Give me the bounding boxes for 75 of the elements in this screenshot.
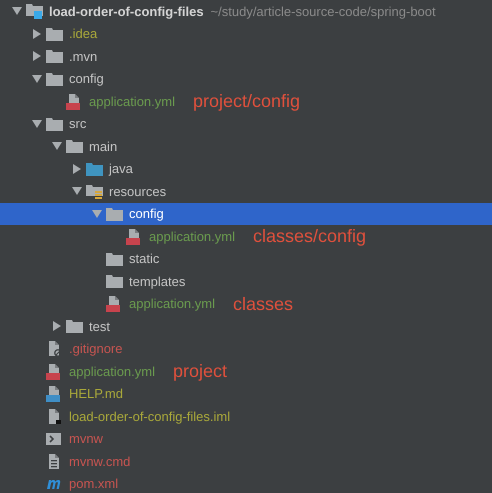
tree-row[interactable]: .mvn [0,45,492,68]
file-name: mvnw.cmd [69,452,130,470]
tree-row[interactable]: templates [0,270,492,292]
yml-file-icon [46,362,62,380]
file-name: HELP.md [69,385,123,403]
tree-row[interactable]: application.yml classes/config [0,225,492,248]
collapse-arrow-icon[interactable] [52,142,62,150]
tree-row[interactable]: config [0,68,492,90]
tree-row[interactable]: load-order-of-config-files ~/study/article-source-code/spring-boot [0,0,492,22]
folder-icon [46,72,63,86]
expand-arrow-icon[interactable] [73,164,81,174]
file-icon [46,340,62,358]
tree-row[interactable]: static [0,248,492,270]
tree-row[interactable]: application.yml classes [0,292,492,315]
file-name: .gitignore [69,340,122,358]
folder-icon [86,162,103,176]
tree-row[interactable]: application.yml project/config [0,90,492,112]
folder-icon [66,139,83,154]
file-name: config [129,205,164,223]
expand-arrow-icon[interactable] [33,51,41,62]
collapse-arrow-icon[interactable] [72,187,82,196]
terminal-icon [46,432,61,446]
annotation: project [173,362,228,380]
tree-row[interactable]: .idea [0,22,492,45]
file-name: main [89,138,118,156]
tree-row[interactable]: main [0,135,492,158]
file-name: test [89,318,110,336]
tree-row[interactable]: load-order-of-config-files.iml [0,405,492,428]
folder-icon [106,252,123,266]
file-name: mvnw [69,430,103,448]
file-name: application.yml [149,228,235,246]
file-name: application.yml [89,92,175,111]
file-name: java [109,160,133,178]
annotation: classes/config [253,227,366,246]
tree-row[interactable]: resources [0,180,492,202]
file-name: static [129,250,160,268]
yml-file-icon [66,92,82,110]
file-name: config [69,70,104,88]
expand-arrow-icon[interactable] [53,321,61,332]
file-name: application.yml [129,295,215,313]
collapse-arrow-icon[interactable] [32,120,42,128]
expand-arrow-icon[interactable] [33,28,41,39]
file-name: application.yml [69,362,155,381]
tree-row[interactable]: java [0,158,492,180]
tree-row[interactable]: test [0,315,492,338]
file-name: load-order-of-config-files.iml [69,408,230,426]
yml-file-icon [106,295,122,312]
project-path: ~/study/article-source-code/spring-boot [210,2,436,21]
collapse-arrow-icon[interactable] [12,7,22,16]
folder-icon [46,116,63,131]
file-name: .idea [69,25,98,43]
folder-icon [106,206,123,221]
folder-icon [46,49,63,64]
file-name: load-order-of-config-files [49,2,204,21]
annotation: classes [233,294,294,313]
file-icon [46,408,62,425]
tree-row[interactable]: config [0,202,492,225]
file-name: templates [129,272,186,291]
file-name: .mvn [69,48,98,66]
folder-icon [86,184,103,199]
file-name: resources [109,182,166,200]
tree-row[interactable]: application.yml project [0,360,492,382]
tree-row[interactable]: src [0,112,492,135]
collapse-arrow-icon[interactable] [32,74,42,83]
folder-icon [46,26,63,41]
folder-icon [66,319,83,334]
annotation: project/config [193,92,300,110]
file-name: pom.xml [69,475,118,493]
markdown-file-icon [46,385,62,402]
folder-icon [26,3,44,20]
text-file-icon [46,452,62,470]
tree-row[interactable]: HELP.md [0,382,492,405]
yml-file-icon [126,228,142,245]
file-name: src [69,115,86,133]
folder-icon [106,274,123,288]
